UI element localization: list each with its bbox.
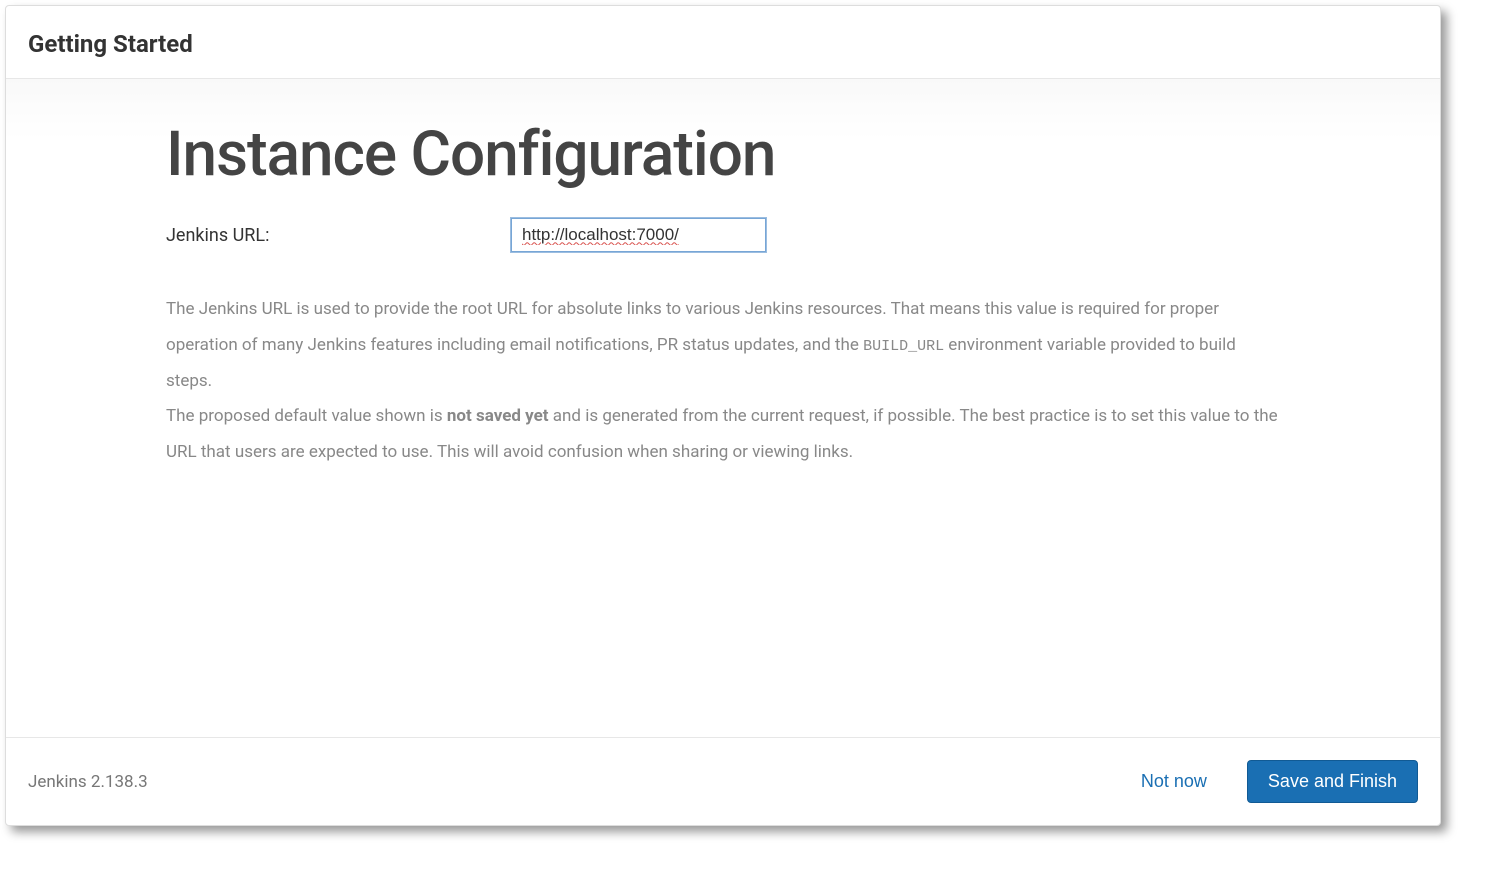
jenkins-url-label: Jenkins URL: — [166, 225, 511, 246]
setup-dialog: Getting Started Instance Configuration J… — [5, 5, 1441, 826]
not-now-button[interactable]: Not now — [1121, 761, 1227, 802]
jenkins-url-input[interactable] — [511, 218, 766, 252]
version-label: Jenkins 2.138.3 — [28, 772, 148, 792]
dialog-header: Getting Started — [6, 6, 1440, 79]
description-paragraph-1: The Jenkins URL is used to provide the r… — [166, 292, 1280, 399]
description-text: The Jenkins URL is used to provide the r… — [166, 292, 1280, 470]
not-saved-yet-bold: not saved yet — [447, 406, 549, 426]
page-heading: Instance Configuration — [166, 119, 1280, 190]
dialog-content: Instance Configuration Jenkins URL: The … — [6, 79, 1440, 737]
save-and-finish-button[interactable]: Save and Finish — [1247, 760, 1418, 803]
build-url-code: BUILD_URL — [863, 338, 944, 355]
desc-text: The proposed default value shown is — [166, 406, 447, 426]
jenkins-url-row: Jenkins URL: — [166, 218, 1280, 252]
header-title: Getting Started — [28, 30, 1418, 58]
description-paragraph-2: The proposed default value shown is not … — [166, 399, 1280, 470]
dialog-footer: Jenkins 2.138.3 Not now Save and Finish — [6, 737, 1440, 825]
